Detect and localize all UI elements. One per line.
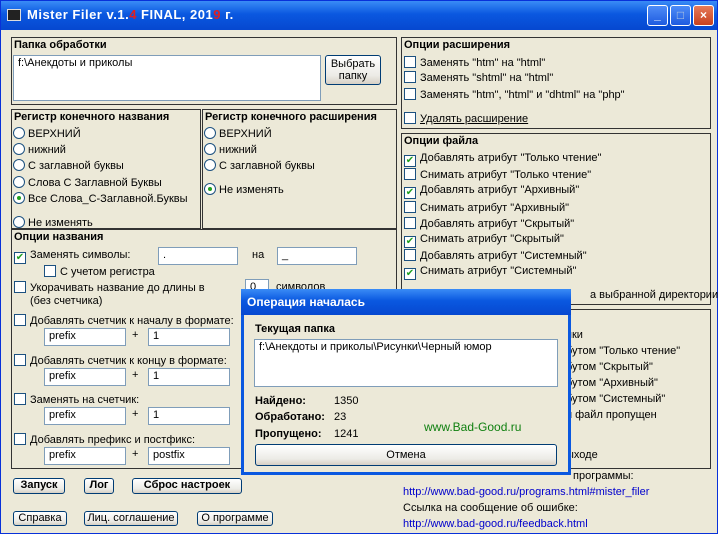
processed-value: 23	[334, 411, 347, 423]
skipped-value: 1241	[334, 428, 359, 440]
maximize-button[interactable]: □	[670, 5, 691, 26]
close-button[interactable]: ×	[693, 5, 714, 26]
title-bar[interactable]: Mister Filer v.1.4 FINAL, 2019 г. _ □ ×	[1, 1, 717, 30]
ext-option-checkbox[interactable]: Заменять "htm" на "html"	[404, 56, 545, 69]
plus-label: +	[132, 329, 139, 341]
file-option-checkbox[interactable]: ✔ Снимать атрибут "Системный"	[404, 265, 576, 281]
cancel-button[interactable]: Отмена	[255, 444, 557, 466]
file-option-checkbox[interactable]: Добавлять атрибут "Скрытый"	[404, 216, 574, 230]
replace-symbols-checkbox[interactable]: ✔ Заменять символы:	[14, 249, 130, 264]
prefix-postfix-checkbox[interactable]: Добавлять префикс и постфикс:	[14, 433, 195, 446]
file-option-checkbox[interactable]: ✔ Снимать атрибут "Скрытый"	[404, 233, 564, 248]
ext-case-option[interactable]: Не изменять	[204, 183, 284, 196]
log-option-text: бутом "Только чтение"	[566, 345, 681, 357]
shorten-checkbox[interactable]: Укорачивать название до длины в	[14, 281, 205, 294]
plus-label: +	[132, 408, 139, 420]
replace-counter-checkbox[interactable]: Заменять на счетчик:	[14, 393, 139, 406]
feedback-link-label: Ссылка на сообщение об ошибке:	[403, 502, 578, 514]
ext-case-option[interactable]: нижний	[204, 143, 257, 156]
found-label: Найдено:	[255, 395, 306, 407]
name-case-option[interactable]: нижний	[13, 143, 66, 156]
processed-label: Обработано:	[255, 411, 325, 423]
file-options-label: Опции файла	[404, 135, 479, 147]
plus-label: +	[132, 369, 139, 381]
ext-case-option[interactable]: ВЕРХНИЙ	[204, 127, 272, 140]
replace-to-input[interactable]: _	[277, 247, 357, 265]
file-option-checkbox[interactable]: ✔ Добавлять атрибут "Архивный"	[404, 184, 579, 200]
counter-end-value-input[interactable]: 1	[148, 368, 230, 386]
name-case-group: Регистр конечного названия ВЕРХНИЙ нижний…	[11, 109, 201, 229]
folder-group: Папка обработки f:\Анекдоты и приколы Вы…	[11, 37, 397, 105]
shorten-sub-label: (без счетчика)	[30, 295, 103, 307]
dialog-title[interactable]: Операция началась	[241, 289, 571, 315]
counter-end-checkbox[interactable]: Добавлять счетчик к концу в формате:	[14, 354, 227, 367]
found-value: 1350	[334, 395, 359, 407]
file-option-checkbox[interactable]: Добавлять атрибут "Системный"	[404, 249, 587, 262]
help-button[interactable]: Справка	[13, 511, 67, 526]
browse-button[interactable]: Выбрать папку	[325, 55, 381, 85]
app-icon	[7, 9, 21, 21]
current-folder-field: f:\Анекдоты и приколы\Рисунки\Черный юмо…	[254, 339, 558, 387]
feedback-link[interactable]: http://www.bad-good.ru/feedback.html	[403, 518, 588, 530]
program-link-label: программы:	[573, 470, 634, 482]
log-option-text: бутом "Скрытый"	[566, 361, 653, 373]
counter-end-prefix-input[interactable]: prefix	[44, 368, 126, 386]
file-options-partial-text: а выбранной директории)	[590, 289, 718, 301]
counter-start-value-input[interactable]: 1	[148, 328, 230, 346]
skipped-label: Пропущено:	[255, 428, 322, 440]
case-sensitive-checkbox[interactable]: С учетом регистра	[44, 265, 155, 278]
plus-label: +	[132, 448, 139, 460]
ext-options-label: Опции расширения	[404, 39, 511, 51]
replace-counter-prefix-input[interactable]: prefix	[44, 407, 126, 425]
ext-case-option[interactable]: С заглавной буквы	[204, 159, 315, 172]
postfix-input[interactable]: postfix	[148, 447, 230, 465]
counter-start-prefix-input[interactable]: prefix	[44, 328, 126, 346]
log-option-text: бутом "Архивный"	[566, 377, 658, 389]
log-option-text: бутом "Системный"	[566, 393, 666, 405]
file-option-checkbox[interactable]: Снимать атрибут "Архивный"	[404, 200, 569, 214]
current-folder-label: Текущая папка	[255, 323, 335, 335]
name-case-option[interactable]: Не изменять	[13, 216, 93, 229]
name-case-option[interactable]: ВЕРХНИЙ	[13, 127, 81, 140]
log-option-text: н файл пропущен	[566, 409, 657, 421]
name-options-label: Опции названия	[14, 231, 104, 243]
folder-input[interactable]: f:\Анекдоты и приколы	[13, 55, 321, 101]
name-case-label: Регистр конечного названия	[14, 111, 170, 123]
name-case-option[interactable]: С заглавной буквы	[13, 159, 124, 172]
replace-from-input[interactable]: .	[158, 247, 238, 265]
counter-start-checkbox[interactable]: Добавлять счетчик к началу в формате:	[14, 314, 234, 327]
file-option-checkbox[interactable]: ✔ Добавлять атрибут "Только чтение"	[404, 152, 601, 167]
name-case-option[interactable]: Все Слова_С-Заглавной.Буквы	[13, 192, 188, 205]
ext-case-group: Регистр конечного расширения ВЕРХНИЙ нижн…	[202, 109, 397, 229]
minimize-button[interactable]: _	[647, 5, 668, 26]
about-button[interactable]: О программе	[197, 511, 273, 526]
ext-option-checkbox[interactable]: Заменять "htm", "html" и "dhtml" на "php…	[404, 88, 625, 101]
reset-button[interactable]: Сброс настроек	[132, 478, 242, 494]
replace-counter-value-input[interactable]: 1	[148, 407, 230, 425]
license-button[interactable]: Лиц. соглашение	[84, 511, 178, 526]
file-options-group: Опции файла ✔ Добавлять атрибут "Только ч…	[401, 133, 718, 305]
start-button[interactable]: Запуск	[13, 478, 65, 494]
name-case-option[interactable]: Слова С Заглавной Буквы	[13, 176, 162, 189]
on-label: на	[252, 249, 265, 261]
log-button[interactable]: Лог	[84, 478, 114, 494]
main-window: Mister Filer v.1.4 FINAL, 2019 г. _ □ × …	[0, 0, 718, 534]
ext-case-label: Регистр конечного расширения	[205, 111, 377, 123]
program-link[interactable]: http://www.bad-good.ru/programs.html#mis…	[403, 486, 649, 498]
folder-label: Папка обработки	[14, 39, 107, 51]
site-label: www.Bad-Good.ru	[424, 420, 522, 434]
file-option-checkbox[interactable]: Снимать атрибут "Только чтение"	[404, 168, 591, 181]
ext-option-checkbox[interactable]: Удалять расширение	[404, 112, 528, 125]
prefix-input[interactable]: prefix	[44, 447, 126, 465]
ext-options-group: Опции расширения Заменять "htm" на "html…	[401, 37, 711, 129]
operation-dialog: Операция началась Текущая папка f:\Анекд…	[241, 289, 571, 475]
ext-option-checkbox[interactable]: Заменять "shtml" на "html"	[404, 71, 553, 84]
window-title: Mister Filer v.1.4 FINAL, 2019 г.	[27, 7, 234, 22]
